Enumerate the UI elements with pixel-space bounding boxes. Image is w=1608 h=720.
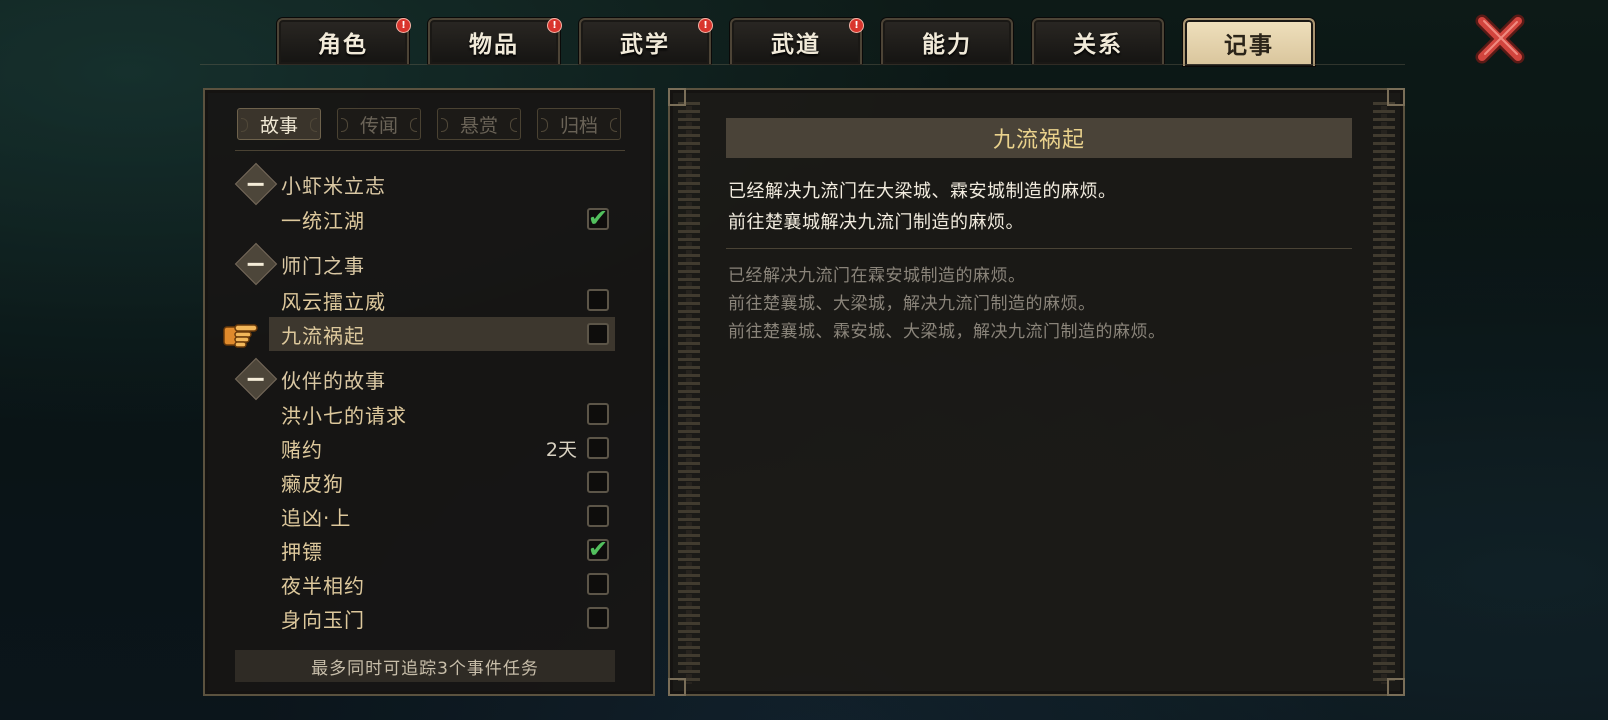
tab-bar-underline xyxy=(200,64,1405,65)
check-icon: ✔ xyxy=(588,535,609,563)
quest-list-panel: 故事 传闻 悬赏 归档 小虾米立志 一统江湖 ✔ 师门之事 风云擂立威 九流祸起… xyxy=(203,88,655,696)
tab-items[interactable]: 物品 ! xyxy=(428,18,562,64)
check-icon: ✔ xyxy=(588,204,609,232)
alert-badge: ! xyxy=(396,18,411,33)
history-line: 前往楚襄城、霖安城、大梁城，解决九流门制造的麻烦。 xyxy=(728,322,1166,342)
fret-border-right xyxy=(1373,102,1395,684)
quest-item-label: 癞皮狗 xyxy=(281,471,344,496)
track-checkbox[interactable] xyxy=(587,471,609,493)
tab-character[interactable]: 角色 ! xyxy=(277,18,411,64)
quest-item-label: 押镖 xyxy=(281,539,323,564)
quest-group-header[interactable]: 师门之事 xyxy=(234,242,365,286)
history-line: 已经解决九流门在霖安城制造的麻烦。 xyxy=(728,266,1026,286)
track-checkbox[interactable]: ✔ xyxy=(587,535,609,563)
quest-item-label: 夜半相约 xyxy=(281,573,365,598)
objective-line: 已经解决九流门在大梁城、霖安城制造的麻烦。 xyxy=(728,181,1117,202)
tracking-limit-note: 最多同时可追踪3个事件任务 xyxy=(235,650,615,682)
quest-detail-title: 九流祸起 xyxy=(726,118,1352,158)
history-line: 前往楚襄城、大梁城，解决九流门制造的麻烦。 xyxy=(728,294,1096,314)
quest-item[interactable]: 癞皮狗 xyxy=(269,465,615,499)
tab-label: 能力 xyxy=(922,32,972,58)
corner-ornament xyxy=(668,678,686,696)
quest-item[interactable]: 身向玉门 xyxy=(269,601,615,635)
quest-group-header[interactable]: 伙伴的故事 xyxy=(234,357,386,401)
tab-label: 物品 xyxy=(469,32,519,58)
quest-item[interactable]: 洪小七的请求 xyxy=(269,397,615,431)
subtab-rumors[interactable]: 传闻 xyxy=(337,108,421,140)
quest-item[interactable]: 风云擂立威 xyxy=(269,283,615,317)
track-checkbox[interactable] xyxy=(587,403,609,425)
quest-detail-panel: 九流祸起 已经解决九流门在大梁城、霖安城制造的麻烦。 前往楚襄城解决九流门制造的… xyxy=(668,88,1405,696)
objective-history: 已经解决九流门在霖安城制造的麻烦。 前往楚襄城、大梁城，解决九流门制造的麻烦。 … xyxy=(728,262,1166,346)
quest-item-label: 追凶·上 xyxy=(281,505,352,530)
tab-label: 武学 xyxy=(620,32,670,58)
close-x-icon xyxy=(1475,14,1525,64)
track-checkbox[interactable] xyxy=(587,505,609,527)
tab-relations[interactable]: 关系 xyxy=(1032,18,1164,64)
quest-item-selected[interactable]: 九流祸起 xyxy=(269,317,615,351)
quest-item[interactable]: 夜半相约 xyxy=(269,567,615,601)
quest-item[interactable]: 追凶·上 xyxy=(269,499,615,533)
tab-label: 角色 xyxy=(318,32,368,58)
subtab-stories[interactable]: 故事 xyxy=(237,108,321,140)
current-objectives: 已经解决九流门在大梁城、霖安城制造的麻烦。 前往楚襄城解决九流门制造的麻烦。 xyxy=(728,176,1117,238)
track-checkbox[interactable] xyxy=(587,323,609,345)
track-checkbox[interactable] xyxy=(587,607,609,629)
quest-group-title: 师门之事 xyxy=(281,253,365,278)
detail-divider xyxy=(726,248,1352,249)
track-checkbox[interactable] xyxy=(587,573,609,595)
tab-martial-way[interactable]: 武道 ! xyxy=(730,18,864,64)
quest-item-label: 风云擂立威 xyxy=(281,289,386,314)
fret-border-left xyxy=(678,102,700,684)
quest-item-label: 洪小七的请求 xyxy=(281,403,407,428)
corner-ornament xyxy=(668,88,686,106)
alert-badge: ! xyxy=(698,18,713,33)
tab-label: 记事 xyxy=(1224,33,1274,59)
corner-ornament xyxy=(1387,678,1405,696)
track-checkbox[interactable] xyxy=(587,437,609,459)
subtab-divider xyxy=(235,150,625,151)
close-button[interactable] xyxy=(1473,13,1527,65)
corner-ornament xyxy=(1387,88,1405,106)
objective-line: 前往楚襄城解决九流门制造的麻烦。 xyxy=(728,212,1024,233)
quest-group-header[interactable]: 小虾米立志 xyxy=(234,162,386,206)
alert-badge: ! xyxy=(547,18,562,33)
alert-badge: ! xyxy=(849,18,864,33)
quest-item-label: 一统江湖 xyxy=(281,208,365,233)
tab-martial-arts[interactable]: 武学 ! xyxy=(579,18,713,64)
tab-label: 武道 xyxy=(771,32,821,58)
quest-group-title: 伙伴的故事 xyxy=(281,368,386,393)
main-tab-bar: 角色 ! 物品 ! 武学 ! 武道 ! 能力 关系 记事 xyxy=(277,18,1315,66)
collapse-minus-icon[interactable] xyxy=(234,162,278,206)
tab-label: 关系 xyxy=(1073,32,1123,58)
collapse-minus-icon[interactable] xyxy=(234,357,278,401)
tab-abilities[interactable]: 能力 xyxy=(881,18,1013,64)
track-checkbox[interactable]: ✔ xyxy=(587,204,609,232)
hand-pointer-icon xyxy=(223,324,258,348)
track-checkbox[interactable] xyxy=(587,289,609,311)
quest-item-label: 九流祸起 xyxy=(281,323,365,348)
tab-journal[interactable]: 记事 xyxy=(1183,18,1315,66)
quest-group-title: 小虾米立志 xyxy=(281,173,386,198)
quest-item[interactable]: 一统江湖 ✔ xyxy=(269,202,615,236)
journal-subtabs: 故事 传闻 悬赏 归档 xyxy=(237,108,621,140)
quest-time-remaining: 2天 xyxy=(545,438,577,461)
quest-item-label: 身向玉门 xyxy=(281,607,365,632)
subtab-archive[interactable]: 归档 xyxy=(537,108,621,140)
collapse-minus-icon[interactable] xyxy=(234,242,278,286)
quest-item[interactable]: 赌约 2天 xyxy=(269,431,615,465)
quest-item[interactable]: 押镖 ✔ xyxy=(269,533,615,567)
quest-item-label: 赌约 xyxy=(281,437,323,462)
subtab-bounties[interactable]: 悬赏 xyxy=(437,108,521,140)
